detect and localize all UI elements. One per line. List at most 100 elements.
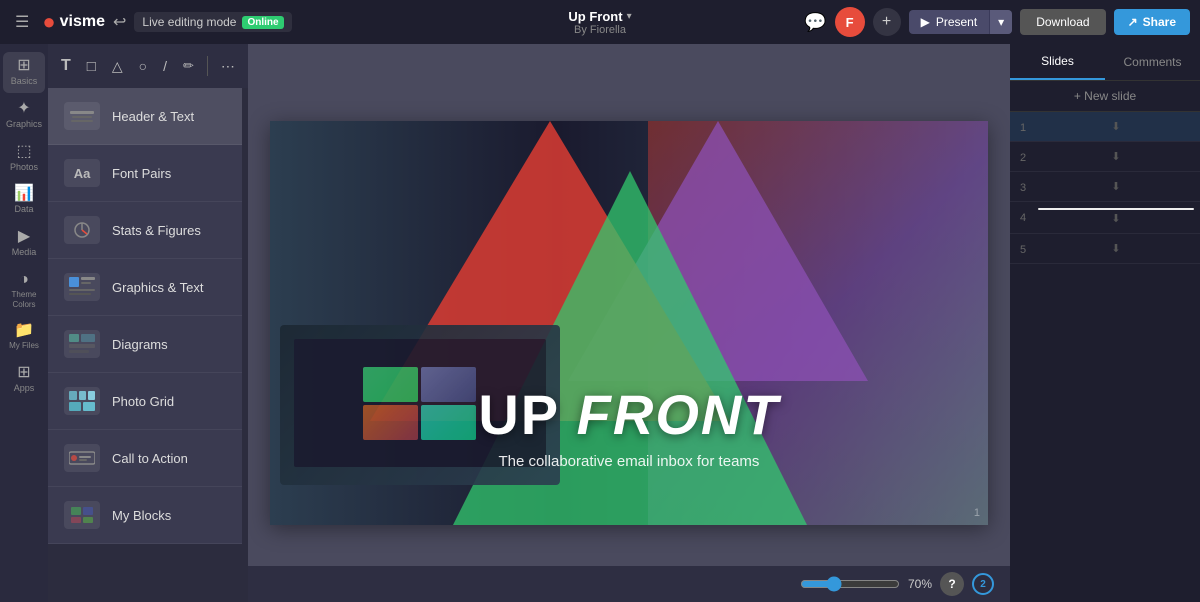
notification-badge[interactable]: 2 <box>972 573 994 595</box>
slide-thumbnail-2[interactable]: 2 ⬇ <box>1010 142 1200 172</box>
hamburger-menu[interactable]: ☰ <box>10 8 34 36</box>
slide-num-3: 3 <box>1020 178 1032 194</box>
sidebar-item-basics[interactable]: ⊞ Basics <box>3 52 45 93</box>
slide-thumbnail-4[interactable]: 4 ⬇ <box>1010 202 1200 234</box>
line-tool[interactable]: / <box>158 54 172 78</box>
slide-num-2: 2 <box>1020 148 1032 164</box>
panel-item-diagrams[interactable]: Diagrams <box>48 316 242 373</box>
comment-button[interactable]: 💬 <box>804 12 826 33</box>
slide-3-download-icon: ⬇ <box>1111 180 1120 193</box>
slide-num-1: 1 <box>1020 118 1032 134</box>
font-pairs-label: Font Pairs <box>112 166 171 181</box>
slide-1-download-icon: ⬇ <box>1111 120 1120 133</box>
toolbar-separator <box>207 56 208 76</box>
stats-figures-label: Stats & Figures <box>112 223 201 238</box>
canvas-slide: UP FRONT The collaborative email inbox f… <box>270 121 988 525</box>
panel-item-photo-grid[interactable]: Photo Grid <box>48 373 242 430</box>
slide-num-5: 5 <box>1020 240 1032 256</box>
sidebar-item-data[interactable]: 📊 Data <box>3 180 45 221</box>
slide-title: UP FRONT <box>270 387 988 443</box>
apps-label: Apps <box>14 383 35 394</box>
more-tools-button[interactable]: ⋯ <box>216 54 240 79</box>
basics-icon: ⊞ <box>17 58 30 74</box>
panel-item-call-to-action[interactable]: Call to Action <box>48 430 242 487</box>
help-button[interactable]: ? <box>940 572 964 596</box>
panel-item-font-pairs[interactable]: Aa Font Pairs <box>48 145 242 202</box>
draw-tool[interactable]: ✏ <box>178 54 199 78</box>
undo-button[interactable]: ↩ <box>113 12 126 32</box>
diagrams-label: Diagrams <box>112 337 168 352</box>
my-blocks-label: My Blocks <box>112 508 171 523</box>
canvas-wrapper[interactable]: UP FRONT The collaborative email inbox f… <box>270 121 988 525</box>
online-badge: Online <box>242 16 283 29</box>
slide-preview-4 <box>1038 208 1194 210</box>
tab-comments[interactable]: Comments <box>1105 44 1200 80</box>
slide-title-part2: FRONT <box>577 383 780 446</box>
call-to-action-icon <box>64 444 100 472</box>
tab-slides[interactable]: Slides <box>1010 44 1105 80</box>
play-icon: ▶ <box>921 15 930 29</box>
logo-text: visme <box>60 13 105 31</box>
add-collaborator-button[interactable]: + <box>873 8 901 36</box>
share-label: Share <box>1143 15 1176 29</box>
left-icon-sidebar: ⊞ Basics ✦ Graphics ⬚ Photos 📊 Data ▶ Me… <box>0 44 48 602</box>
content-panel: Header & Text Aa Font Pairs Stats & Figu… <box>48 88 242 544</box>
theme-colors-icon: ◑ <box>19 272 29 288</box>
canvas-bottom-bar: 70% ? 2 <box>248 566 1010 602</box>
panel-item-stats-figures[interactable]: Stats & Figures <box>48 202 242 259</box>
my-files-icon: 📁 <box>14 323 34 339</box>
by-line: By Fiorella <box>574 24 626 36</box>
project-title-area[interactable]: Up Front ▾ <box>568 9 631 24</box>
panel-item-graphics-text[interactable]: Graphics & Text <box>48 259 242 316</box>
download-button[interactable]: Download <box>1020 9 1105 35</box>
slide-title-part1: UP <box>478 383 576 446</box>
sidebar-item-photos[interactable]: ⬚ Photos <box>3 138 45 179</box>
data-icon: 📊 <box>14 186 34 202</box>
topbar: ☰ ● visme ↩ Live editing mode Online Up … <box>0 0 1200 44</box>
media-icon: ▶ <box>18 229 30 245</box>
sidebar-item-theme-colors[interactable]: ◑ Theme Colors <box>3 266 45 315</box>
sidebar-item-media[interactable]: ▶ Media <box>3 223 45 264</box>
live-editing-label: Live editing mode <box>142 15 236 29</box>
basics-label: Basics <box>11 76 38 87</box>
stats-figures-icon <box>64 216 100 244</box>
sidebar-item-my-files[interactable]: 📁 My Files <box>3 317 45 357</box>
panel-item-header-text[interactable]: Header & Text <box>48 88 242 145</box>
canvas-area: UP FRONT The collaborative email inbox f… <box>248 44 1010 602</box>
triangle-tool[interactable]: △ <box>107 54 128 79</box>
slide-5-download-icon: ⬇ <box>1111 242 1120 255</box>
theme-colors-label: Theme Colors <box>7 290 41 309</box>
circle-tool[interactable]: ○ <box>134 54 152 78</box>
slide-thumbnail-5[interactable]: 5 ⬇ <box>1010 234 1200 264</box>
share-button[interactable]: ↗ Share <box>1114 9 1190 35</box>
graphics-icon: ✦ <box>17 101 30 117</box>
graphics-label: Graphics <box>6 119 42 130</box>
call-to-action-label: Call to Action <box>112 451 188 466</box>
share-icon: ↗ <box>1128 15 1138 29</box>
slide-thumbnail-1[interactable]: 1 UP FRONT ⬇ <box>1010 112 1200 142</box>
header-text-icon <box>64 102 100 130</box>
my-blocks-icon <box>64 501 100 529</box>
slide-2-download-icon: ⬇ <box>1111 150 1120 163</box>
user-avatar[interactable]: F <box>835 7 865 37</box>
diagrams-icon <box>64 330 100 358</box>
slide-num-4: 4 <box>1020 208 1032 224</box>
slide-text-area: UP FRONT The collaborative email inbox f… <box>270 387 988 470</box>
present-label: Present <box>936 15 977 29</box>
slides-panel: Slides Comments + New slide 1 UP FRONT ⬇… <box>1010 44 1200 602</box>
sidebar-item-graphics[interactable]: ✦ Graphics <box>3 95 45 136</box>
logo-dot: ● <box>42 9 55 35</box>
photos-label: Photos <box>10 162 38 173</box>
photos-icon: ⬚ <box>16 144 31 160</box>
live-editing-indicator: Live editing mode Online <box>134 12 291 32</box>
rect-tool[interactable]: □ <box>82 54 101 79</box>
text-tool[interactable]: T <box>56 53 76 79</box>
present-dropdown-button[interactable]: ▾ <box>989 10 1012 34</box>
slide-thumbnail-3[interactable]: 3 ⬇ <box>1010 172 1200 202</box>
panel-item-my-blocks[interactable]: My Blocks <box>48 487 242 544</box>
new-slide-button[interactable]: + New slide <box>1010 81 1200 112</box>
zoom-slider[interactable] <box>800 576 900 592</box>
present-main-button[interactable]: ▶ Present <box>909 10 990 34</box>
project-chevron-icon: ▾ <box>627 11 632 22</box>
sidebar-item-apps[interactable]: ⊞ Apps <box>3 359 45 400</box>
